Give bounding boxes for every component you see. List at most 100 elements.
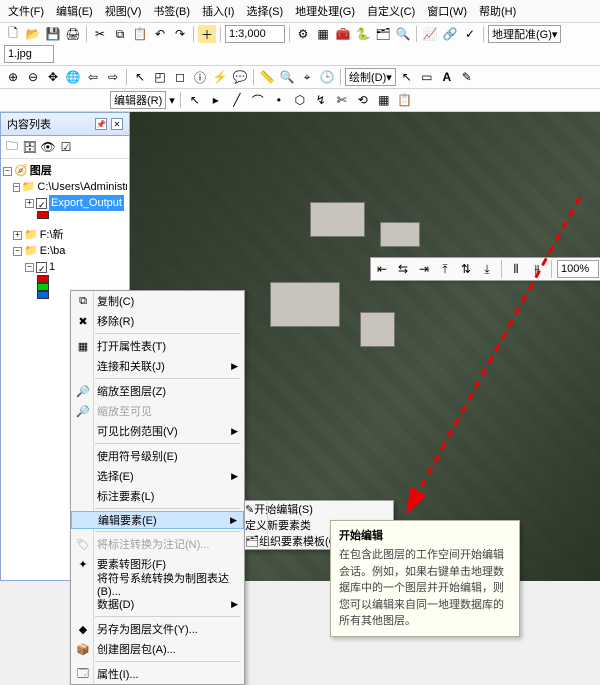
layout-toolbar[interactable]: ⇤ ⇆ ⇥ ⤒ ⇅ ⤓ ⫴ ⫵ 100% ▦ ⊞ ↻ <box>370 257 600 281</box>
add-data-icon[interactable]: ＋ <box>198 25 216 43</box>
ctx-data[interactable]: 数据(D)▶ <box>71 594 244 614</box>
html-popup-icon[interactable]: 💬 <box>231 68 249 86</box>
sketch-prop-icon[interactable]: 📋 <box>396 91 414 109</box>
open-icon[interactable]: 📂 <box>24 25 42 43</box>
select-rect-icon[interactable]: ◰ <box>151 68 169 86</box>
tree-path-3[interactable]: E:\ba <box>40 243 66 259</box>
prev-extent-icon[interactable]: ⇦ <box>84 68 102 86</box>
redo-icon[interactable]: ↷ <box>171 25 189 43</box>
ctx-props[interactable]: 🗔属性(I)... <box>71 664 244 684</box>
print-icon[interactable]: 🖨 <box>64 25 82 43</box>
layer-checkbox[interactable] <box>36 262 47 273</box>
text-tool-icon[interactable]: A <box>438 68 456 86</box>
menu-insert[interactable]: 插入(I) <box>202 3 234 19</box>
undo-icon[interactable]: ↶ <box>151 25 169 43</box>
symbol-swatch[interactable] <box>37 291 49 299</box>
edit-tool-icon[interactable]: ↖ <box>186 91 204 109</box>
menu-file[interactable]: 文件(F) <box>8 3 44 19</box>
pointer-icon[interactable]: ↖ <box>398 68 416 86</box>
ctx-save-lyr[interactable]: ◆另存为图层文件(Y)... <box>71 619 244 639</box>
georef-layer-dropdown[interactable]: 1.jpg <box>4 45 54 63</box>
menu-custom[interactable]: 自定义(C) <box>367 3 415 19</box>
ctx-copy[interactable]: ⧉复制(C) <box>71 291 244 311</box>
toc-close-icon[interactable]: ✕ <box>111 118 123 130</box>
ctx-label[interactable]: 标注要素(L) <box>71 486 244 506</box>
menu-geop[interactable]: 地理处理(G) <box>295 3 355 19</box>
new-icon[interactable]: 🗋 <box>4 25 22 43</box>
callout-icon[interactable]: ✎ <box>458 68 476 86</box>
editor-toolbar-icon[interactable]: ⚙ <box>294 25 312 43</box>
list-drawing-icon[interactable]: 🗀 <box>4 139 20 155</box>
ctx-select[interactable]: 选择(E)▶ <box>71 466 244 486</box>
paste-icon[interactable]: 📋 <box>131 25 149 43</box>
catalog-icon[interactable]: 🗂 <box>374 25 392 43</box>
ctx-pkg[interactable]: 📦创建图层包(A)... <box>71 639 244 659</box>
draw-dropdown[interactable]: 绘制(D)▾ <box>345 68 396 86</box>
dist-h-icon[interactable]: ⫴ <box>507 260 525 278</box>
tree-path-1[interactable]: C:\Users\Administrator\Desktop\a <box>37 179 127 195</box>
list-source-icon[interactable]: 🗄 <box>22 139 38 155</box>
menu-window[interactable]: 窗口(W) <box>427 3 467 19</box>
full-extent-icon[interactable]: 🌐 <box>64 68 82 86</box>
edit-anno-icon[interactable]: ▸ <box>207 91 225 109</box>
copy-icon[interactable]: ⧉ <box>111 25 129 43</box>
symbol-swatch[interactable] <box>37 283 49 291</box>
save-icon[interactable]: 💾 <box>44 25 62 43</box>
search-icon[interactable]: 🔍 <box>394 25 412 43</box>
chart-icon[interactable]: 📈 <box>421 25 439 43</box>
align-right-icon[interactable]: ⇥ <box>415 260 433 278</box>
pan-icon[interactable]: ✥ <box>44 68 62 86</box>
ctx-vis-range[interactable]: 可见比例范围(V)▶ <box>71 421 244 441</box>
layers-root[interactable]: 图层 <box>30 163 52 179</box>
find-icon[interactable]: 🔍 <box>278 68 296 86</box>
attributes-icon[interactable]: ▦ <box>375 91 393 109</box>
python-icon[interactable]: 🐍 <box>354 25 372 43</box>
zoom-in-icon[interactable]: ⊕ <box>4 68 22 86</box>
ctx-join[interactable]: 连接和关联(J)▶ <box>71 356 244 376</box>
menu-bookmark[interactable]: 书签(B) <box>153 3 190 19</box>
toc-tree[interactable]: −🧭 图层 −📁 C:\Users\Administrator\Desktop\… <box>1 159 129 303</box>
ctx-zoom-layer[interactable]: 🔎缩放至图层(Z) <box>71 381 244 401</box>
menu-edit[interactable]: 编辑(E) <box>56 3 93 19</box>
select-tool-icon[interactable]: ↖ <box>131 68 149 86</box>
toc-pin-icon[interactable]: 📌 <box>95 118 107 130</box>
tree-path-2[interactable]: F:\新 <box>40 227 64 243</box>
scale-input[interactable] <box>225 25 285 43</box>
measure-icon[interactable]: 📏 <box>258 68 276 86</box>
layout-zoom[interactable]: 100% <box>557 260 599 278</box>
toolbox-icon[interactable]: 🧰 <box>334 25 352 43</box>
reshape-icon[interactable]: ↯ <box>312 91 330 109</box>
dist-v-icon[interactable]: ⫵ <box>528 260 546 278</box>
tree-leaf[interactable]: 1 <box>49 259 55 275</box>
align-top-icon[interactable]: ⤒ <box>436 260 454 278</box>
straight-icon[interactable]: ╱ <box>228 91 246 109</box>
menu-help[interactable]: 帮助(H) <box>479 3 516 19</box>
edit-vertex-icon[interactable]: ⬡ <box>291 91 309 109</box>
editor-dropdown[interactable]: 编辑器(R) <box>110 91 166 109</box>
table-toolbar-icon[interactable]: ▦ <box>314 25 332 43</box>
zoom-out-icon[interactable]: ⊖ <box>24 68 42 86</box>
point-icon[interactable]: • <box>270 91 288 109</box>
align-left-icon[interactable]: ⇤ <box>373 260 391 278</box>
goto-xy-icon[interactable]: ⌖ <box>298 68 316 86</box>
selected-layer[interactable]: Export_Output <box>49 195 124 211</box>
arc-icon[interactable]: ⌒ <box>249 91 267 109</box>
ctx-edit-features[interactable]: 编辑要素(E)▶ <box>71 511 244 529</box>
ctx-remove[interactable]: ✖移除(R) <box>71 311 244 331</box>
cut-poly-icon[interactable]: ✄ <box>333 91 351 109</box>
menu-view[interactable]: 视图(V) <box>105 3 142 19</box>
georef-dropdown[interactable]: 地理配准(G)▾ <box>488 25 561 43</box>
cut-icon[interactable]: ✂ <box>91 25 109 43</box>
clear-sel-icon[interactable]: ◻ <box>171 68 189 86</box>
rect-icon[interactable]: ▭ <box>418 68 436 86</box>
rotate-icon[interactable]: ⟲ <box>354 91 372 109</box>
list-visible-icon[interactable]: 👁 <box>40 139 56 155</box>
list-select-icon[interactable]: ☑ <box>58 139 74 155</box>
symbol-swatch-red[interactable] <box>37 211 49 219</box>
time-slider-icon[interactable]: 🕒 <box>318 68 336 86</box>
layer-checkbox[interactable] <box>36 198 47 209</box>
ctx-open-attr[interactable]: ▦打开属性表(T) <box>71 336 244 356</box>
ctx-sym-chart[interactable]: 将符号系统转换为制图表达(B)... <box>71 574 244 594</box>
symbol-swatch[interactable] <box>37 275 49 283</box>
model-icon[interactable]: 🔗 <box>441 25 459 43</box>
